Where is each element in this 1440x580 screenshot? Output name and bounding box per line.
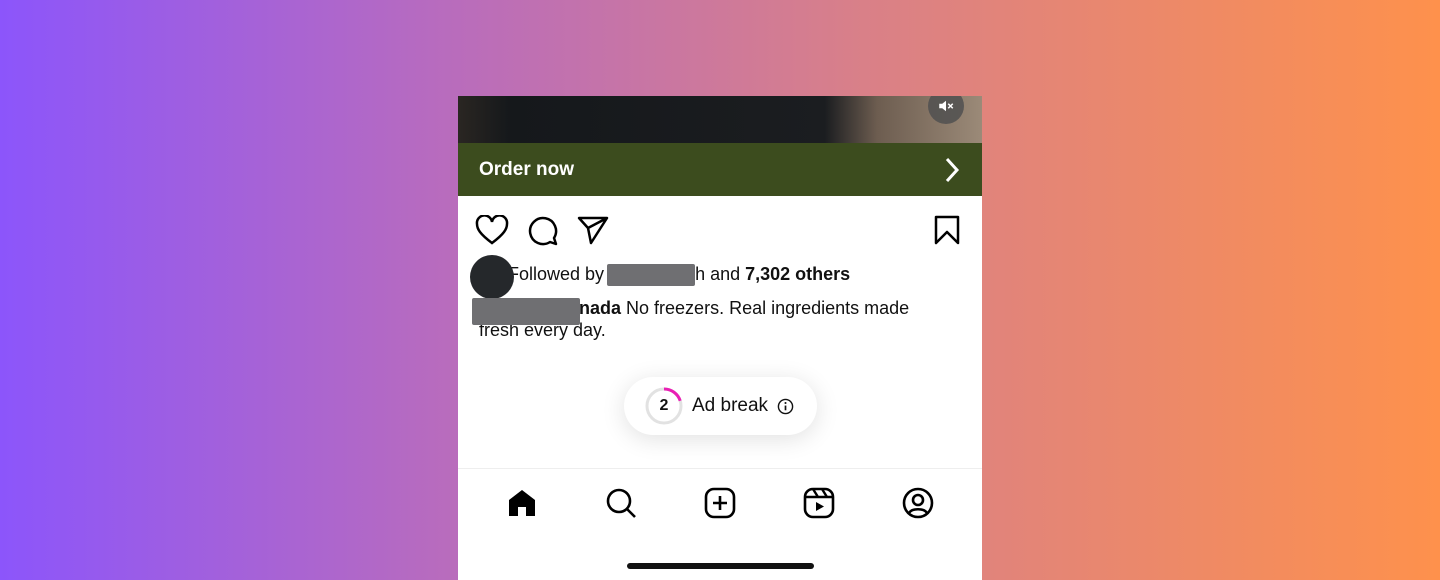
followers-count: 7,302 others [745,264,851,284]
bookmark-icon[interactable] [934,215,960,245]
ad-break-label: Ad break [692,395,769,416]
home-icon[interactable] [506,487,538,519]
cta-label: Order now [479,158,575,180]
ad-count: 2 [659,397,669,414]
comment-icon[interactable] [527,214,559,246]
reels-icon[interactable] [803,487,835,519]
chevron-right-icon [945,157,960,182]
bottom-nav [458,468,982,536]
create-icon[interactable] [704,487,736,519]
ad-countdown-ring: 2 [644,386,684,426]
speaker-muted-icon [939,100,954,112]
ad-break-pill[interactable]: 2 Ad break [624,377,817,435]
follower-avatar[interactable] [470,255,514,299]
search-icon[interactable] [605,487,637,519]
share-icon[interactable] [577,215,609,245]
mute-button[interactable] [928,96,964,124]
action-bar [475,212,960,248]
info-icon[interactable] [777,398,794,415]
followed-by-text[interactable]: Followed by h and 7,302 others [508,264,851,287]
order-now-button[interactable]: Order now [458,143,982,196]
ad-video[interactable] [458,96,982,143]
redacted-username [607,264,696,287]
heart-icon[interactable] [475,215,509,245]
caption-username[interactable]: nada [579,298,621,318]
profile-icon[interactable] [902,487,934,519]
home-indicator[interactable] [627,563,814,569]
redacted-username [472,298,580,325]
instagram-feed: Order now Followed by h and 7,302 others… [458,96,982,580]
